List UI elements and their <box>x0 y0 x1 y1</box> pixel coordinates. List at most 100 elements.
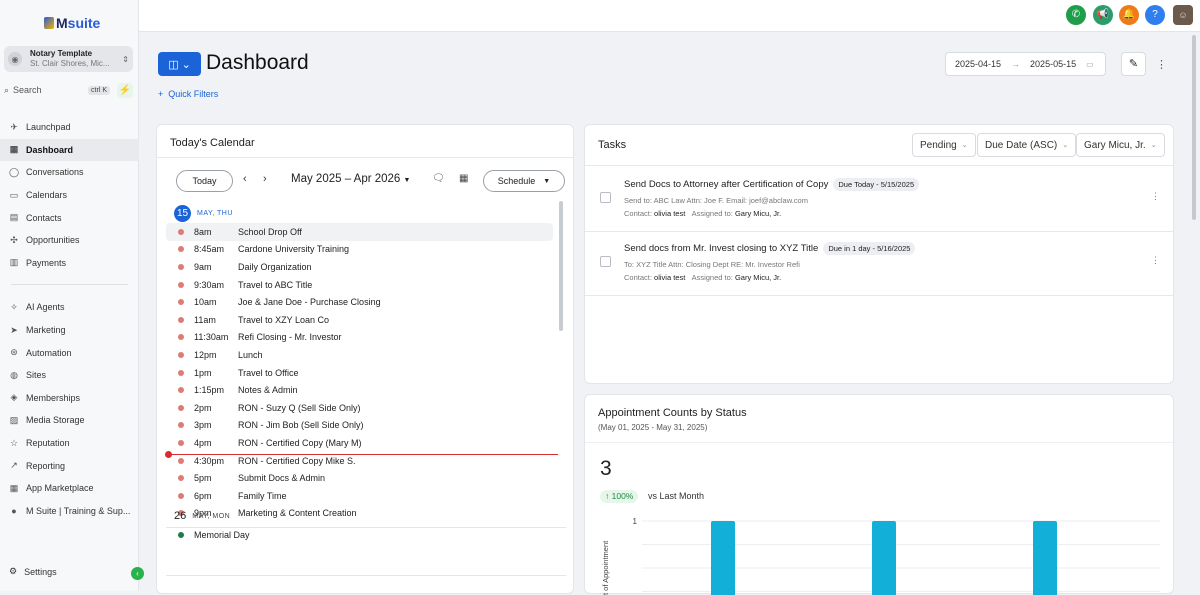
sidebar-item-conversations[interactable]: ◯ Conversations <box>0 161 139 184</box>
task-more-icon[interactable]: ⋮ <box>1151 191 1160 202</box>
sidebar-item-ai-agents[interactable]: ✧ AI Agents <box>0 296 139 319</box>
event-title: Travel to XZY Loan Co <box>238 314 330 325</box>
task-user-filter[interactable]: Gary Micu, Jr. ⌄ <box>1076 133 1165 157</box>
calendar-event[interactable]: Memorial Day <box>166 526 553 544</box>
collapse-sidebar-button[interactable]: ‹ <box>131 567 144 580</box>
task-row[interactable]: Send docs from Mr. Invest closing to XYZ… <box>585 231 1173 295</box>
quick-filters-link[interactable]: + Quick Filters <box>158 89 218 99</box>
sidebar-item-calendars[interactable]: ▭ Calendars <box>0 184 139 207</box>
sidebar-item-memberships[interactable]: ◈ Memberships <box>0 387 139 410</box>
sidebar-item-label: Sites <box>26 370 47 381</box>
calendar-event[interactable]: 4pm RON - Certified Copy (Mary M) <box>166 434 553 452</box>
calendar-event[interactable]: 5pm Submit Docs & Admin <box>166 469 553 487</box>
chart-bar[interactable] <box>1033 521 1057 595</box>
chat-icon: ◯ <box>8 166 20 177</box>
avatar[interactable]: ☺ <box>1173 5 1193 25</box>
calendar-event[interactable]: 12pm Lunch <box>166 346 553 364</box>
sidebar-item-marketing[interactable]: ➤ Marketing <box>0 319 139 342</box>
date-range-picker[interactable]: 2025-04-15 → 2025-05-15 ▭ <box>945 52 1106 76</box>
chevron-left-icon[interactable]: ‹ <box>243 173 247 185</box>
chart-icon: ↗ <box>10 460 18 471</box>
caret-down-icon: ▼ <box>543 177 551 185</box>
sidebar-item-launchpad[interactable]: ✈ Launchpad <box>0 116 139 139</box>
task-checkbox[interactable] <box>600 256 611 267</box>
calendar-view-icon[interactable]: ▦ <box>459 173 468 184</box>
page-scrollbar[interactable] <box>1192 35 1196 220</box>
bell-icon[interactable]: 🔔 <box>1119 5 1139 25</box>
sidebar-item-label: Automation <box>26 347 72 358</box>
phone-icon[interactable]: ✆ <box>1066 5 1086 25</box>
calendar-event[interactable]: 11am Travel to XZY Loan Co <box>166 311 553 329</box>
task-checkbox[interactable] <box>600 192 611 203</box>
event-dot-icon <box>178 369 184 376</box>
star-icon: ☆ <box>9 437 19 448</box>
contact-label: Contact: <box>624 209 652 218</box>
comment-icon[interactable]: 🗨 <box>432 173 445 184</box>
sidebar-item-media-storage[interactable]: ▨ Media Storage <box>0 409 139 432</box>
sidebar-item-app-marketplace[interactable]: ▦ App Marketplace <box>0 477 139 500</box>
sidebar-item-automation[interactable]: ⊛ Automation <box>0 341 139 364</box>
sidebar-item-opportunities[interactable]: ✣ Opportunities <box>0 229 139 252</box>
calendar-event[interactable]: 9:30am Travel to ABC Title <box>166 276 553 294</box>
account-switcher[interactable]: ◉ Notary Template St. Clair Shores, Mic.… <box>4 46 133 72</box>
chart-bar[interactable] <box>872 521 896 595</box>
task-sort-filter[interactable]: Due Date (ASC) ⌄ <box>977 133 1077 157</box>
calendar-event[interactable]: 1pm Travel to Office <box>166 364 553 382</box>
help-icon[interactable]: ? <box>1145 5 1165 25</box>
logo-mark-icon <box>44 17 54 29</box>
sidebar-nav: ✈ Launchpad ▦ Dashboard ◯ Conversations ▭ Calen… <box>0 116 139 522</box>
sidebar-item-label: AI Agents <box>26 302 65 313</box>
calendar-event[interactable]: 10am Joe & Jane Doe - Purchase Closing <box>166 293 553 311</box>
today-button[interactable]: Today <box>176 170 233 192</box>
task-more-icon[interactable]: ⋮ <box>1151 255 1160 266</box>
calendar-event[interactable]: 3pm RON - Jim Bob (Sell Side Only) <box>166 417 553 435</box>
calendar-event[interactable]: 11:30am Refi Closing - Mr. Investor <box>166 329 553 347</box>
sidebar-item-contacts[interactable]: ▤ Contacts <box>0 206 139 229</box>
calendar-event[interactable]: 2pm RON - Suzy Q (Sell Side Only) <box>166 399 553 417</box>
send-icon: ➤ <box>10 324 18 335</box>
event-time: 6pm <box>194 490 212 501</box>
task-row[interactable]: Send Docs to Attorney after Certificatio… <box>585 167 1173 231</box>
event-title: RON - Suzy Q (Sell Side Only) <box>238 402 361 413</box>
sidebar-item-payments[interactable]: ▥ Payments <box>0 252 139 275</box>
day-number[interactable]: 15 <box>174 204 191 222</box>
sidebar-item-reporting[interactable]: ↗ Reporting <box>0 454 139 477</box>
calendar-scrollbar[interactable] <box>559 201 563 331</box>
brand-logo[interactable]: Msuite <box>44 14 100 32</box>
more-options-icon[interactable]: ⋮ <box>1156 58 1167 71</box>
calendar-event[interactable]: 6pm Family Time <box>166 487 553 505</box>
current-time-indicator <box>165 451 558 458</box>
quick-action-bolt-icon[interactable]: ⚡ <box>117 83 133 98</box>
dashboard-switcher-button[interactable]: ◫ ⌄ <box>158 52 201 76</box>
calendar-icon: ▭ <box>9 189 19 200</box>
appointment-counts-card: Appointment Counts by Status (May 01, 20… <box>584 394 1174 595</box>
calendar-event[interactable]: 8:45am Cardone University Training <box>166 241 553 259</box>
event-dot-icon <box>178 439 184 446</box>
sidebar-item-label: Media Storage <box>26 415 85 426</box>
calendar-event[interactable]: 1:15pm Notes & Admin <box>166 381 553 399</box>
sidebar-item-reputation[interactable]: ☆ Reputation <box>0 432 139 455</box>
calendar-day: 26 MAY, MON Memorial Day <box>166 506 566 544</box>
calendar-event[interactable]: 8am School Drop Off <box>166 223 553 241</box>
day-number[interactable]: 26 <box>174 508 186 525</box>
task-status-filter[interactable]: Pending ⌄ <box>912 133 976 157</box>
edit-dashboard-button[interactable]: ✎ <box>1121 52 1146 76</box>
calendar-event[interactable]: 9am Daily Organization <box>166 258 553 276</box>
event-time: 4pm <box>194 437 212 448</box>
account-name: Notary Template <box>30 49 93 58</box>
event-dot-icon <box>178 281 184 288</box>
grid-icon: ▦ <box>9 144 19 155</box>
event-title: Travel to ABC Title <box>238 279 313 290</box>
megaphone-icon[interactable]: 📢 <box>1093 5 1113 25</box>
view-select[interactable]: Schedule ▼ <box>483 170 565 192</box>
search-bar[interactable]: ⌕ Search ctrl K <box>4 83 110 97</box>
month-range-label: May 2025 – Apr 2026 <box>291 173 401 185</box>
chart-bar[interactable] <box>711 521 735 595</box>
sidebar-item-settings[interactable]: ⚙ Settings <box>9 566 57 577</box>
chevron-right-icon[interactable]: › <box>263 173 267 185</box>
sidebar-item-sites[interactable]: ◍ Sites <box>0 364 139 387</box>
calendar-card-title: Today's Calendar <box>170 137 255 149</box>
sidebar-item-dashboard[interactable]: ▦ Dashboard <box>0 138 139 162</box>
month-range-dropdown[interactable]: May 2025 – Apr 2026 ▼ <box>291 173 410 185</box>
sidebar-item-m-suite-training-sup[interactable]: ● M Suite | Training & Sup... <box>0 500 139 523</box>
